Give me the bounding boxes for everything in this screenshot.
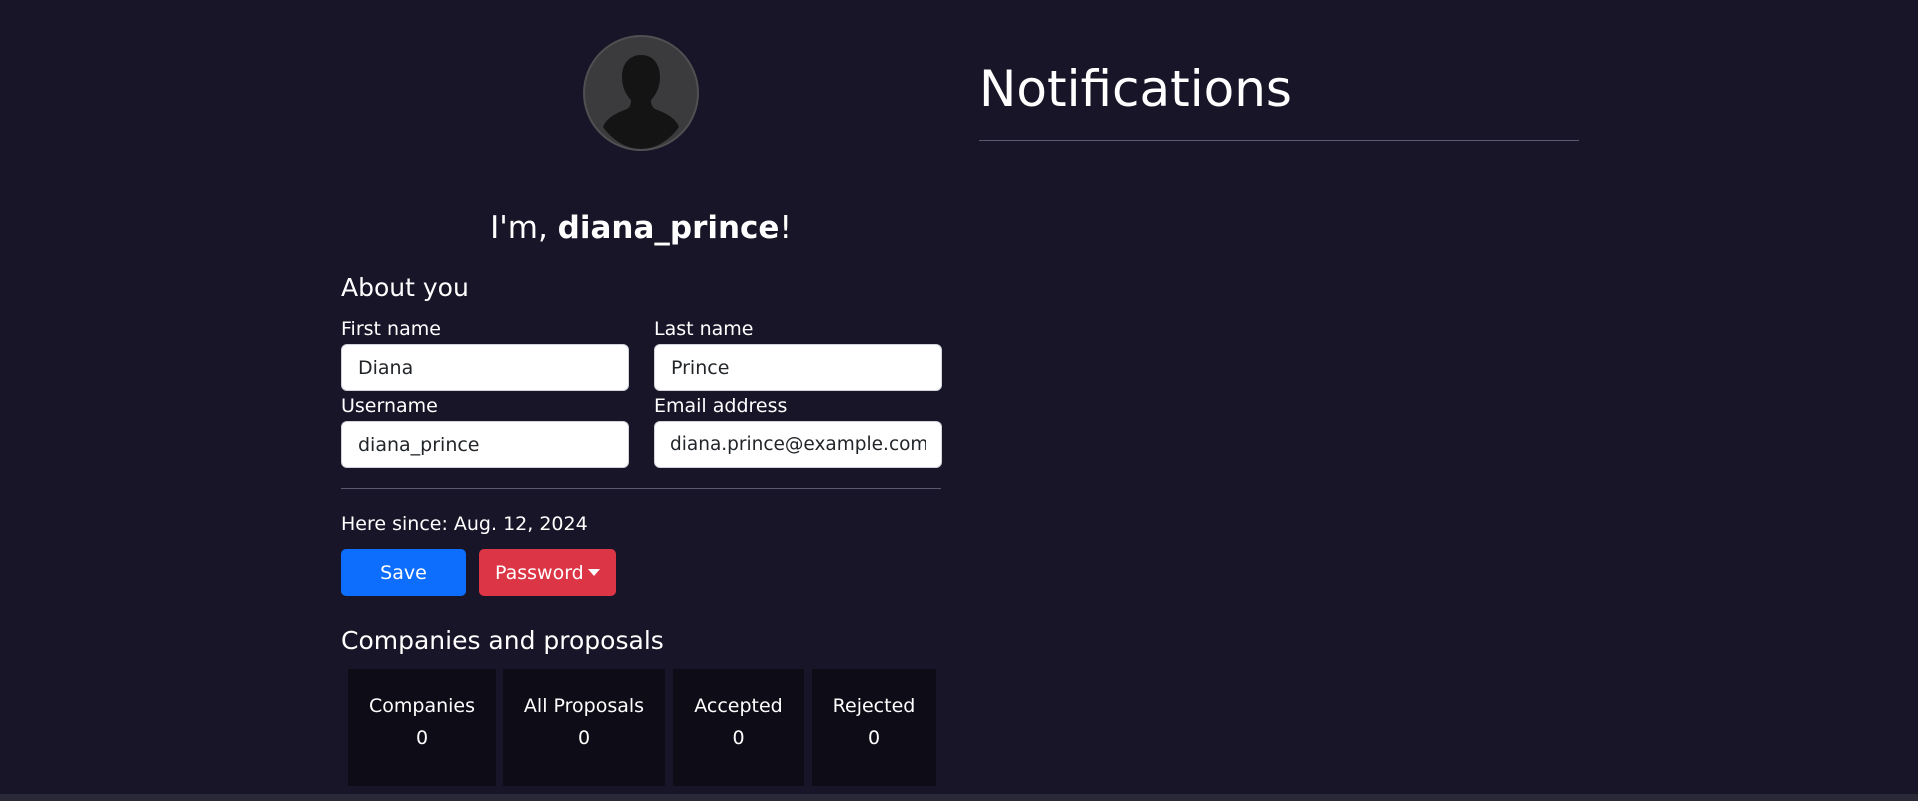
email-input[interactable] bbox=[654, 421, 942, 468]
stat-label: All Proposals bbox=[523, 695, 645, 717]
greeting-username: diana_prince bbox=[557, 210, 780, 246]
first-name-input[interactable] bbox=[341, 344, 629, 391]
avatar bbox=[583, 35, 699, 151]
stat-value: 0 bbox=[577, 727, 591, 749]
stat-card-companies: Companies 0 bbox=[348, 669, 496, 786]
greeting-prefix: I'm, bbox=[490, 210, 558, 246]
stat-label: Accepted bbox=[694, 695, 783, 717]
first-name-label: First name bbox=[341, 318, 441, 340]
stat-value: 0 bbox=[867, 727, 881, 749]
email-label: Email address bbox=[654, 395, 788, 417]
caret-down-icon bbox=[588, 569, 600, 576]
companies-section-title: Companies and proposals bbox=[341, 626, 664, 655]
save-button[interactable]: Save bbox=[341, 549, 466, 596]
about-section-title: About you bbox=[341, 273, 469, 302]
stat-card-rejected: Rejected 0 bbox=[812, 669, 936, 786]
profile-page: I'm, diana_prince! About you First name … bbox=[0, 0, 1918, 801]
password-dropdown-button[interactable]: Password bbox=[479, 549, 616, 596]
bottom-bar bbox=[0, 794, 1918, 801]
password-label: Password bbox=[495, 561, 584, 584]
greeting-suffix: ! bbox=[779, 210, 792, 246]
stat-card-accepted: Accepted 0 bbox=[673, 669, 804, 786]
member-since: Here since: Aug. 12, 2024 bbox=[341, 513, 588, 535]
stat-value: 0 bbox=[732, 727, 745, 749]
last-name-label: Last name bbox=[654, 318, 754, 340]
notifications-title: Notifications bbox=[979, 60, 1292, 118]
stat-label: Rejected bbox=[832, 695, 916, 717]
stat-value: 0 bbox=[415, 727, 429, 749]
notifications-divider bbox=[979, 140, 1579, 141]
about-divider bbox=[341, 488, 941, 489]
stat-label: Companies bbox=[368, 695, 475, 717]
stat-card-all-proposals: All Proposals 0 bbox=[503, 669, 665, 786]
username-input[interactable] bbox=[341, 421, 629, 468]
user-silhouette-icon bbox=[603, 55, 679, 149]
last-name-input[interactable] bbox=[654, 344, 942, 391]
greeting: I'm, diana_prince! bbox=[341, 210, 941, 246]
username-label: Username bbox=[341, 395, 438, 417]
